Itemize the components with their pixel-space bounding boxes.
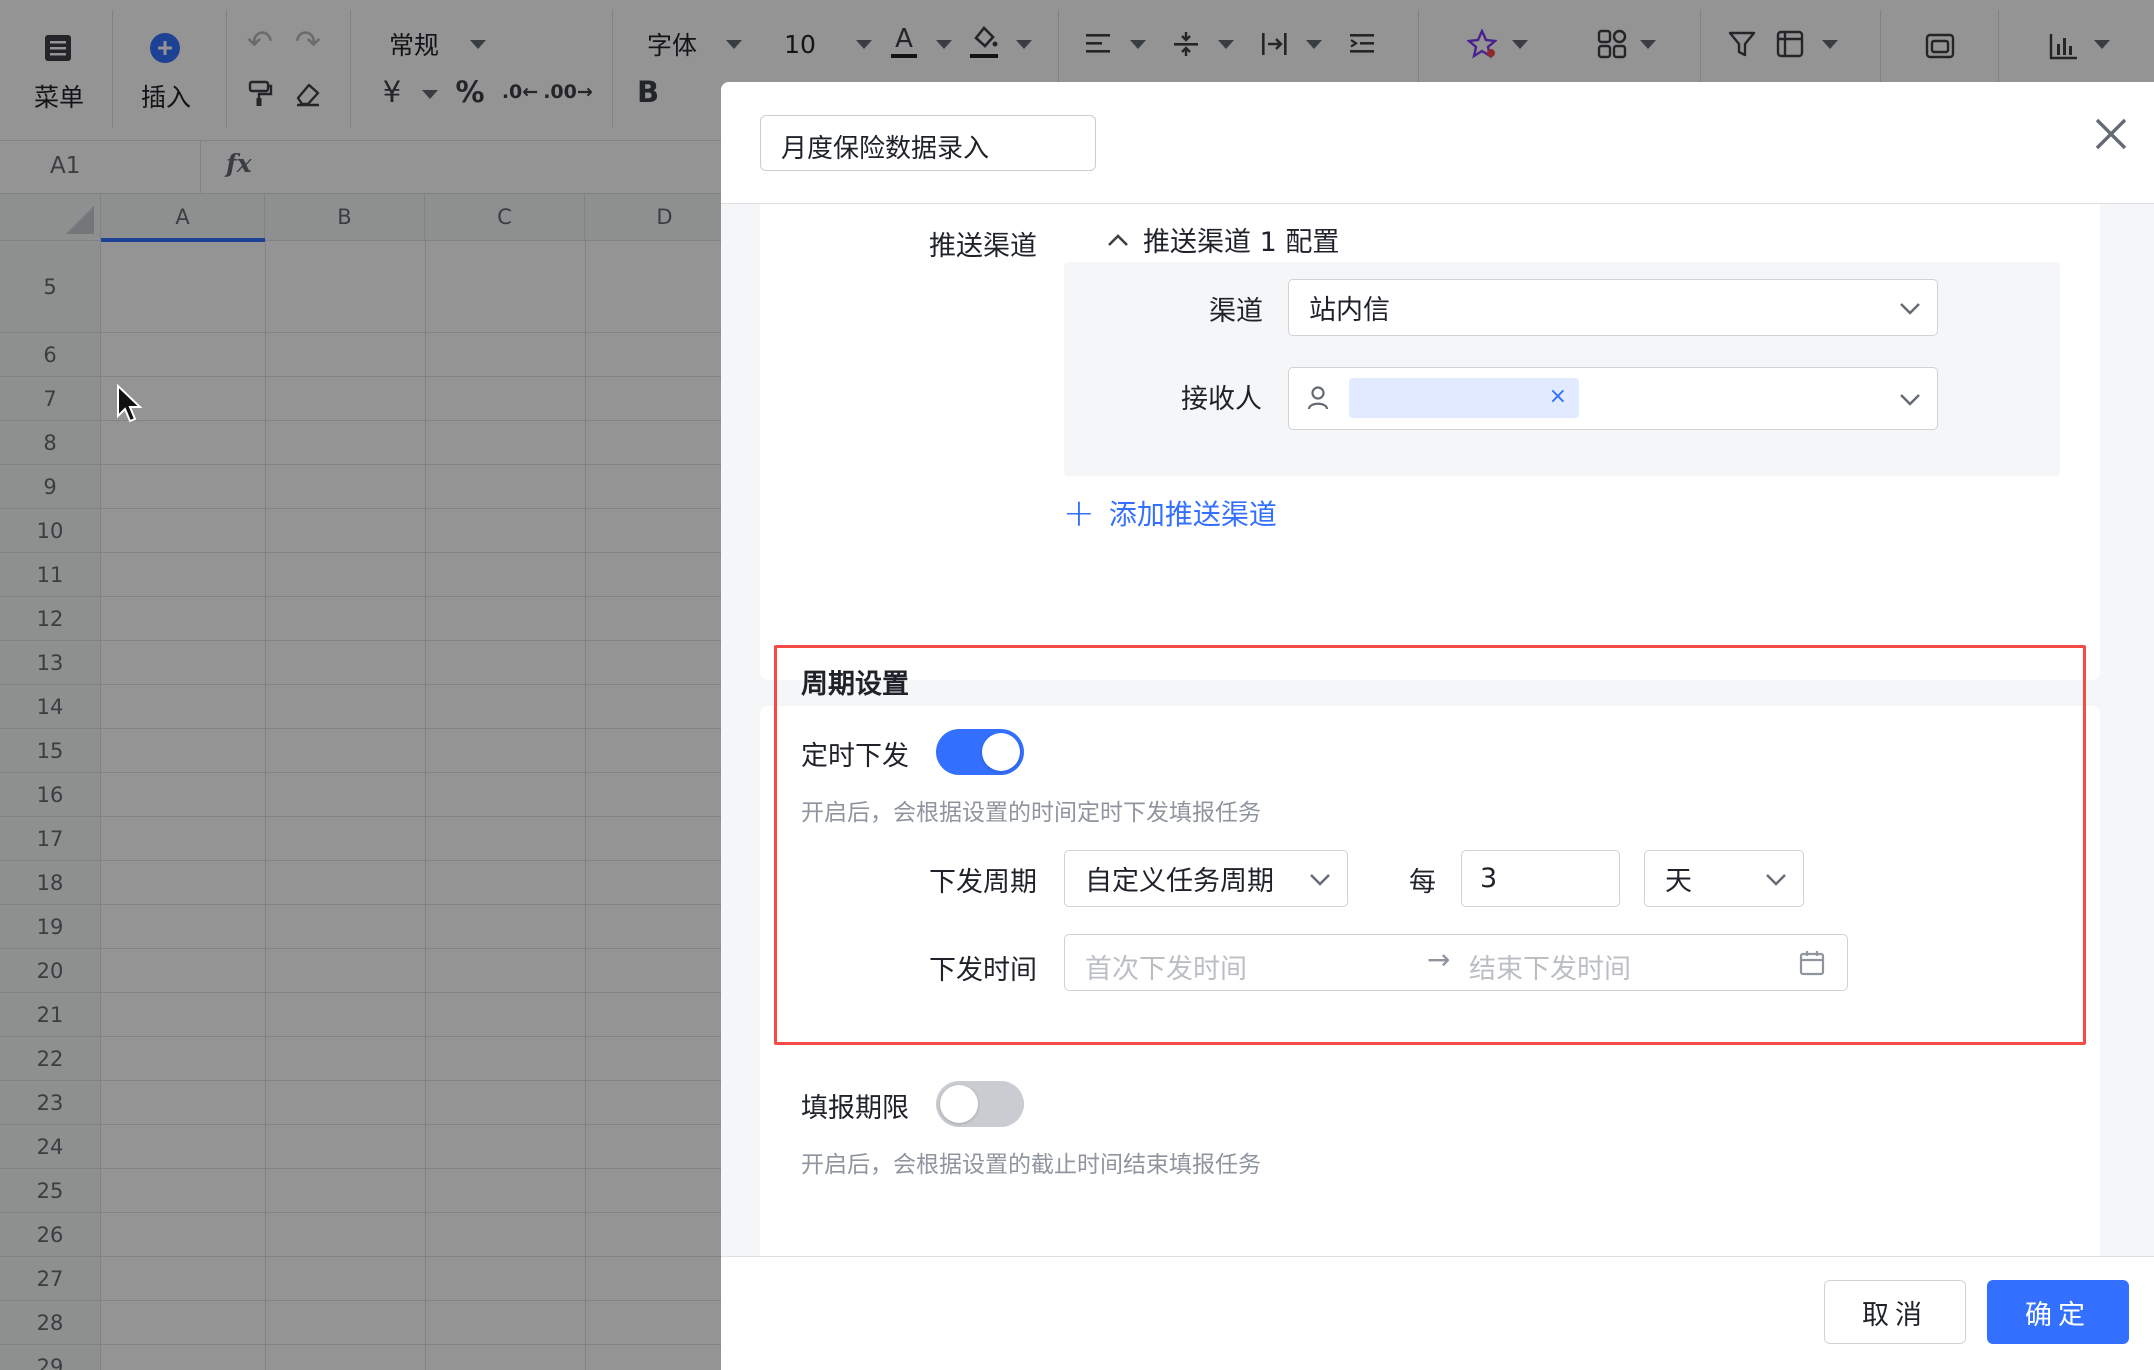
recipient-select[interactable]: × <box>1288 367 1938 430</box>
close-icon[interactable] <box>2091 114 2131 154</box>
chevron-down-icon[interactable] <box>1899 392 1921 406</box>
push-channel-label: 推送渠道 <box>929 231 1037 262</box>
fill-deadline-label: 填报期限 <box>801 1093 909 1124</box>
user-icon <box>1307 386 1329 410</box>
form-title-input[interactable]: 月度保险数据录入 <box>760 115 1096 171</box>
confirm-button[interactable]: 确定 <box>1987 1280 2129 1344</box>
channel-config-title: 推送渠道 1 配置 <box>1143 227 1340 258</box>
add-push-channel-link[interactable]: + 添加推送渠道 <box>1063 493 1277 533</box>
add-push-channel-label: 添加推送渠道 <box>1108 498 1277 531</box>
channel-label: 渠道 <box>1209 296 1263 327</box>
recipient-label: 接收人 <box>1181 384 1262 415</box>
recipient-tag: × <box>1349 378 1579 418</box>
channel-select[interactable]: 站内信 <box>1288 279 1938 336</box>
fill-deadline-hint: 开启后，会根据设置的截止时间结束填报任务 <box>801 1152 1261 1178</box>
mouse-cursor-icon <box>117 384 143 423</box>
chevron-up-icon[interactable] <box>1107 233 1129 247</box>
cancel-button[interactable]: 取消 <box>1824 1280 1966 1344</box>
plus-icon: + <box>1063 491 1095 535</box>
chevron-down-icon[interactable] <box>1899 301 1921 315</box>
fill-deadline-toggle[interactable] <box>936 1081 1024 1127</box>
drawer-header: 月度保险数据录入 <box>721 82 2154 204</box>
cycle-settings-highlight <box>774 645 2086 1045</box>
remove-tag-icon[interactable]: × <box>1549 384 1567 409</box>
channel-config-header[interactable]: 推送渠道 1 配置 <box>1107 220 1339 259</box>
channel-value: 站内信 <box>1309 295 1390 326</box>
